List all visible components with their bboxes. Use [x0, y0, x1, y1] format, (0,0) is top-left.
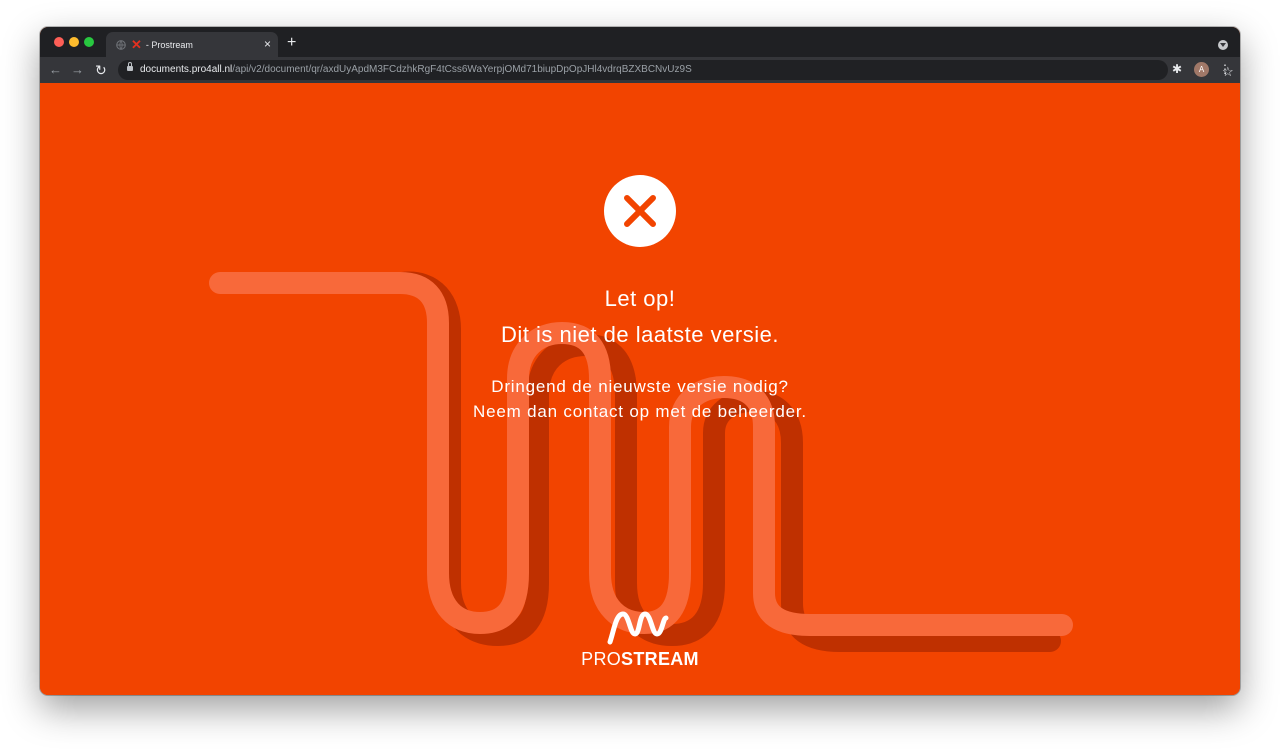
lock-icon[interactable] — [127, 62, 133, 71]
warning-subtitle: Dit is niet de laatste versie. — [501, 322, 779, 347]
window-maximize-button[interactable] — [84, 37, 94, 47]
globe-icon — [116, 39, 126, 50]
logo-text-light: PRO — [581, 649, 622, 669]
error-icon — [604, 175, 676, 247]
close-icon — [624, 195, 656, 227]
message-line-2: Neem dan contact op met de beheerder. — [473, 402, 807, 421]
reload-button[interactable]: ↻ — [95, 62, 107, 78]
window-minimize-button[interactable] — [69, 37, 79, 47]
browser-window: ✕ - Prostream × + ← → ↻ documents.pro4al… — [40, 27, 1240, 695]
prostream-logo: PROSTREAM — [540, 648, 740, 670]
title-bar: ✕ - Prostream × + — [40, 27, 1240, 57]
url-text[interactable]: documents.pro4all.nl/api/v2/document/qr/… — [140, 64, 692, 76]
extensions-puzzle-icon[interactable]: ✱ — [1172, 62, 1182, 76]
browser-toolbar: ← → ↻ documents.pro4all.nl/api/v2/docume… — [40, 57, 1240, 83]
warning-title: Let op! — [604, 286, 676, 311]
url-host: documents.pro4all.nl — [140, 64, 233, 75]
browser-tab[interactable]: ✕ - Prostream × — [106, 32, 278, 57]
forward-button[interactable]: → — [71, 62, 84, 78]
address-bar[interactable]: documents.pro4all.nl/api/v2/document/qr/… — [118, 60, 1234, 80]
message-line-1: Dringend de nieuwste versie nodig? — [491, 377, 789, 396]
page-content: Let op! Dit is niet de laatste versie. D… — [40, 83, 1240, 695]
back-button[interactable]: ← — [49, 62, 62, 78]
tab-title: - Prostream — [145, 39, 193, 50]
browser-menu-button[interactable]: ⋮ — [1219, 61, 1231, 77]
tab-search-button[interactable] — [1218, 40, 1228, 50]
profile-avatar[interactable]: A — [1194, 62, 1209, 77]
logo-text-bold: STREAM — [621, 649, 699, 669]
window-close-button[interactable] — [54, 37, 64, 47]
prostream-logo-icon — [607, 611, 669, 645]
new-tab-button[interactable]: + — [287, 35, 296, 51]
tab-close-button[interactable]: × — [264, 38, 271, 50]
red-x-icon: ✕ — [131, 37, 142, 52]
url-path: /api/v2/document/qr/axdUyApdM3FCdzhkRgF4… — [232, 64, 692, 75]
